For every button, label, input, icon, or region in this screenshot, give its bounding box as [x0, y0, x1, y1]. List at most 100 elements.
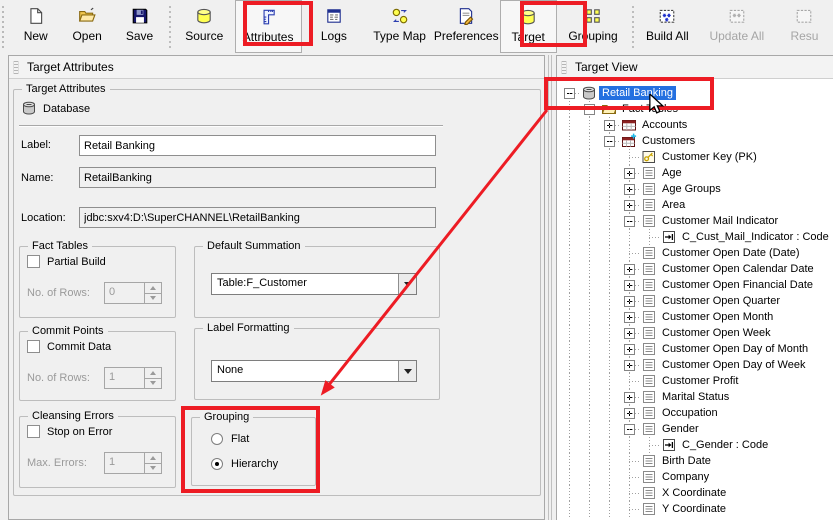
tree-item-label[interactable]: Age Groups: [659, 182, 724, 196]
expand-plus-icon[interactable]: [624, 392, 635, 403]
tree-expander[interactable]: [620, 277, 640, 293]
commit-data-checkbox[interactable]: [27, 340, 40, 353]
default-summation-combobox[interactable]: Table:F_Customer: [211, 273, 417, 295]
toolbar-button-grouping[interactable]: Grouping: [557, 0, 629, 53]
expand-plus-icon[interactable]: [624, 184, 635, 195]
tree-expander[interactable]: [620, 405, 640, 421]
toolbar-button-type-map[interactable]: Type Map: [366, 0, 433, 53]
tree-item-age-groups[interactable]: Age Groups: [560, 181, 833, 197]
tree-expander[interactable]: [620, 261, 640, 277]
tree-item-label[interactable]: Customer Open Financial Date: [659, 278, 816, 292]
expand-plus-icon[interactable]: [624, 328, 635, 339]
toolbar-button-logs[interactable]: Logs: [302, 0, 367, 53]
tree-item-c-cust-mail-indicator-code[interactable]: C_Cust_Mail_Indicator : Code: [560, 229, 833, 245]
expand-plus-icon[interactable]: [604, 120, 615, 131]
tree-item-label[interactable]: Marital Status: [659, 390, 732, 404]
expand-plus-icon[interactable]: [624, 344, 635, 355]
panel-gripper[interactable]: [13, 61, 19, 74]
collapse-minus-icon[interactable]: [564, 88, 575, 99]
tree-item-label[interactable]: Customer Open Month: [659, 310, 776, 324]
tree-item-retail-banking[interactable]: Retail Banking: [560, 85, 833, 101]
tree-expander[interactable]: [600, 117, 620, 133]
tree-item-label[interactable]: X Coordinate: [659, 486, 729, 500]
tree-expander[interactable]: [620, 293, 640, 309]
tree-expander[interactable]: [620, 181, 640, 197]
expand-plus-icon[interactable]: [624, 264, 635, 275]
tree-item-gender[interactable]: Gender: [560, 421, 833, 437]
collapse-minus-icon[interactable]: [624, 216, 635, 227]
tree-item-x-coordinate[interactable]: X Coordinate: [560, 485, 833, 501]
tree-item-customer-open-week[interactable]: Customer Open Week: [560, 325, 833, 341]
tree-item-accounts[interactable]: Accounts: [560, 117, 833, 133]
tree-item-customer-open-month[interactable]: Customer Open Month: [560, 309, 833, 325]
toolbar-button-build-all[interactable]: Build All: [637, 0, 698, 53]
tree-expander[interactable]: [560, 85, 580, 101]
tree-item-company[interactable]: Company: [560, 469, 833, 485]
tree-item-label[interactable]: Fact Tables: [619, 102, 681, 116]
panel-gripper[interactable]: [561, 61, 567, 74]
tree-item-fact-tables[interactable]: Fact Tables: [560, 101, 833, 117]
tree-item-y-coordinate[interactable]: Y Coordinate: [560, 501, 833, 517]
tree-item-label[interactable]: Birth Date: [659, 454, 714, 468]
tree-item-label[interactable]: Customer Mail Indicator: [659, 214, 781, 228]
tree-item-label[interactable]: Customer Open Day of Week: [659, 358, 808, 372]
tree-item-label[interactable]: Area: [659, 198, 688, 212]
expand-plus-icon[interactable]: [624, 312, 635, 323]
tree-expander[interactable]: [620, 309, 640, 325]
stop-on-error-checkbox[interactable]: [27, 425, 40, 438]
tree-item-label[interactable]: Customer Open Quarter: [659, 294, 783, 308]
tree-item-label[interactable]: Customer Profit: [659, 374, 741, 388]
tree-item-customer-open-calendar-date[interactable]: Customer Open Calendar Date: [560, 261, 833, 277]
tree-item-age[interactable]: Age: [560, 165, 833, 181]
tree-item-customer-open-date-date[interactable]: Customer Open Date (Date): [560, 245, 833, 261]
toolbar-button-target[interactable]: Target: [500, 0, 557, 53]
tree-expander[interactable]: [620, 341, 640, 357]
tree-item-label[interactable]: C_Gender : Code: [679, 438, 771, 452]
tree-item-label[interactable]: Customer Open Week: [659, 326, 774, 340]
tree-expander[interactable]: [620, 197, 640, 213]
toolbar-button-attributes[interactable]: Attributes: [235, 0, 302, 53]
panel-splitter[interactable]: [545, 55, 556, 520]
tree-item-label[interactable]: Customer Open Calendar Date: [659, 262, 817, 276]
tree-item-label[interactable]: Customer Open Date (Date): [659, 246, 803, 260]
tree-item-customer-open-financial-date[interactable]: Customer Open Financial Date: [560, 277, 833, 293]
label-formatting-combobox[interactable]: None: [211, 360, 417, 382]
tree-item-customer-key-pk[interactable]: Customer Key (PK): [560, 149, 833, 165]
toolbar-button-new[interactable]: New: [10, 0, 61, 53]
tree-item-label[interactable]: Customer Key (PK): [659, 150, 760, 164]
toolbar-button-save[interactable]: Save: [113, 0, 166, 53]
tree-item-label[interactable]: Company: [659, 470, 712, 484]
tree-item-occupation[interactable]: Occupation: [560, 405, 833, 421]
collapse-minus-icon[interactable]: [624, 424, 635, 435]
tree-expander[interactable]: [580, 101, 600, 117]
grouping-hierarchy-radio[interactable]: [211, 458, 223, 470]
toolbar-button-preferences[interactable]: Preferences: [433, 0, 500, 53]
expand-plus-icon[interactable]: [624, 280, 635, 291]
expand-plus-icon[interactable]: [624, 360, 635, 371]
tree-item-label[interactable]: Customer Open Day of Month: [659, 342, 811, 356]
tree-item-c-gender-code[interactable]: C_Gender : Code: [560, 437, 833, 453]
chevron-down-icon[interactable]: [398, 361, 416, 381]
tree-expander[interactable]: [620, 213, 640, 229]
tree-item-label[interactable]: C_Cust_Mail_Indicator : Code: [679, 230, 832, 244]
toolbar-button-open[interactable]: Open: [61, 0, 112, 53]
tree-item-customer-open-day-of-week[interactable]: Customer Open Day of Week: [560, 357, 833, 373]
tree-item-label[interactable]: Y Coordinate: [659, 502, 729, 516]
expand-plus-icon[interactable]: [624, 296, 635, 307]
collapse-minus-icon[interactable]: [604, 136, 615, 147]
label-input[interactable]: [79, 135, 436, 156]
tree-item-birth-date[interactable]: Birth Date: [560, 453, 833, 469]
partial-build-checkbox[interactable]: [27, 255, 40, 268]
tree-expander[interactable]: [620, 421, 640, 437]
tree-item-customer-open-day-of-month[interactable]: Customer Open Day of Month: [560, 341, 833, 357]
tree-expander[interactable]: [620, 165, 640, 181]
tree-item-customer-open-quarter[interactable]: Customer Open Quarter: [560, 293, 833, 309]
collapse-minus-icon[interactable]: [584, 104, 595, 115]
tree-item-label[interactable]: Customers: [639, 134, 698, 148]
tree-item-label[interactable]: Occupation: [659, 406, 721, 420]
chevron-down-icon[interactable]: [398, 274, 416, 294]
tree-item-label[interactable]: Accounts: [639, 118, 690, 132]
tree-item-label[interactable]: Age: [659, 166, 685, 180]
grouping-flat-radio[interactable]: [211, 433, 223, 445]
tree-expander[interactable]: [620, 389, 640, 405]
